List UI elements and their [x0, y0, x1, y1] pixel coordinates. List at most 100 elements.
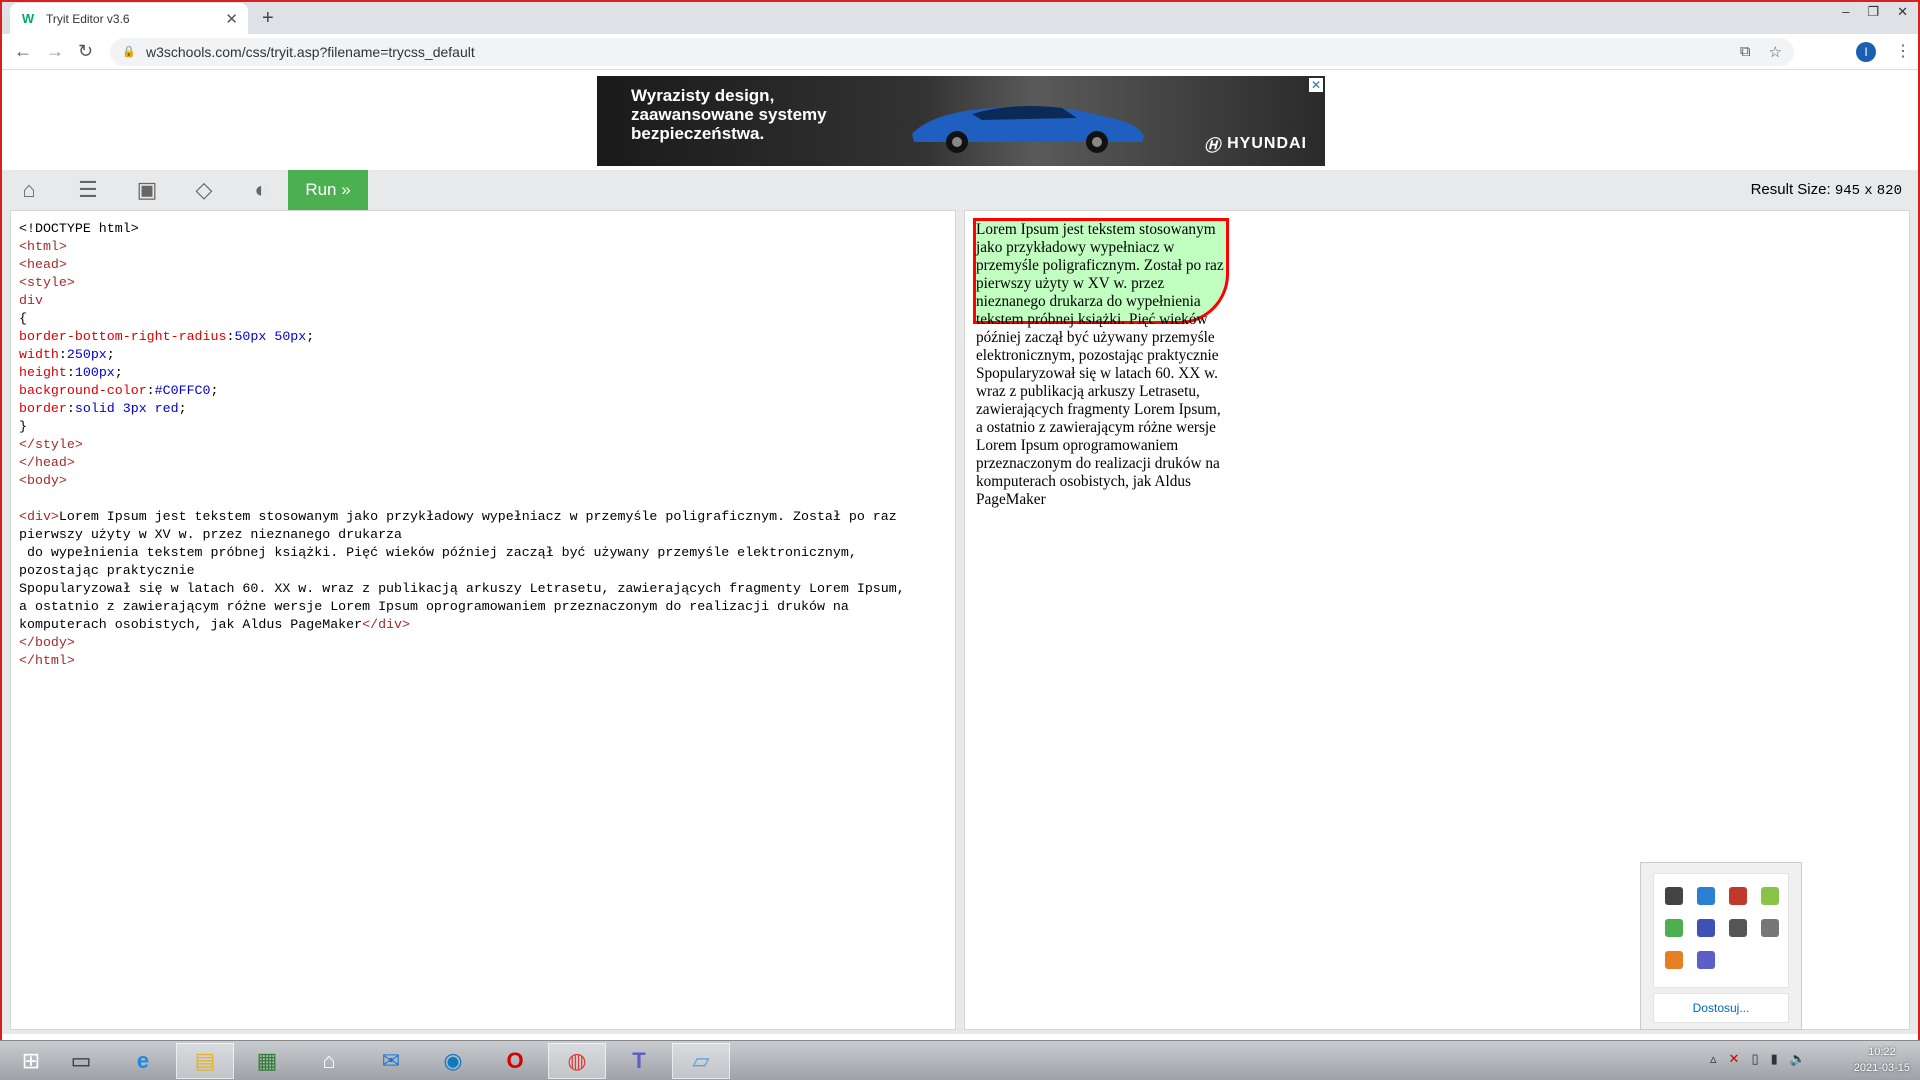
customize-link[interactable]: Dostosuj... [1653, 993, 1789, 1023]
code-line[interactable]: komputerach osobistych, jak Aldus PageMa… [19, 616, 905, 634]
code-line[interactable]: a ostatnio z zawierającym różne wersje L… [19, 598, 905, 616]
teams-icon: T [632, 1048, 646, 1073]
code-token: } [19, 419, 27, 434]
code-line[interactable]: </style> [19, 436, 905, 454]
code-line[interactable]: <div>Lorem Ipsum jest tekstem stosowanym… [19, 508, 905, 526]
security-check-icon[interactable] [1665, 919, 1683, 937]
code-line[interactable]: <head> [19, 256, 905, 274]
code-token: : [58, 347, 67, 362]
network-icon[interactable]: ▮ [1771, 1051, 1778, 1067]
url-text[interactable]: w3schools.com/css/tryit.asp?filename=try… [146, 44, 475, 60]
code-token: komputerach osobistych, jak Aldus PageMa… [19, 617, 363, 632]
result-size: Result Size: 945 x 820 [1751, 181, 1902, 199]
code-line[interactable]: </head> [19, 454, 905, 472]
monitor-icon[interactable] [1665, 887, 1683, 905]
code-token: ; [178, 401, 187, 416]
minimize-button[interactable]: – [1842, 4, 1849, 20]
home-icon: ⌂ [322, 1048, 336, 1073]
code-line[interactable]: <html> [19, 238, 905, 256]
code-line[interactable]: div [19, 292, 905, 310]
close-icon[interactable]: ✕ [225, 10, 238, 28]
rotate-layout-icon[interactable]: ◇ [191, 178, 217, 202]
menu-icon[interactable]: ⋮ [1895, 41, 1911, 61]
teams-icon[interactable] [1697, 951, 1715, 969]
back-icon[interactable]: ← [14, 41, 32, 62]
taskbar-edge[interactable]: ◉ [424, 1043, 482, 1079]
package-icon[interactable] [1697, 919, 1715, 937]
code-token: </html> [19, 653, 75, 668]
window-controls: – ❐ ✕ [1842, 4, 1908, 20]
translate-icon[interactable]: ⧉ [1740, 43, 1751, 61]
run-button[interactable]: Run » [288, 170, 368, 210]
green-update-icon[interactable] [1761, 887, 1779, 905]
camera-icon[interactable] [1729, 919, 1747, 937]
code-line[interactable]: border:solid 3px red; [19, 400, 905, 418]
taskbar-lenovo[interactable]: ▭ [52, 1043, 110, 1079]
code-line[interactable]: border-bottom-right-radius:50px 50px; [19, 328, 905, 346]
code-line[interactable]: <!DOCTYPE html> [19, 220, 905, 238]
bookmark-star-icon[interactable]: ☆ [1769, 43, 1782, 61]
office-icon[interactable] [1665, 951, 1683, 969]
ad-close-icon[interactable]: ✕ [1309, 78, 1323, 92]
printer-icon[interactable] [1761, 919, 1779, 937]
battery-icon[interactable]: ▯ [1751, 1051, 1758, 1067]
code-token: { [19, 311, 27, 326]
store-icon: ▦ [256, 1048, 278, 1073]
code-line[interactable]: <style> [19, 274, 905, 292]
code-editor[interactable]: <!DOCTYPE html> <html> <head> <style> div { bo… [10, 210, 956, 1030]
reload-icon[interactable]: ↻ [78, 41, 93, 62]
code-token: border-bottom-right-radius [19, 329, 227, 344]
menu-bars-icon[interactable]: ☰ [75, 178, 101, 202]
bluetooth-icon[interactable] [1729, 887, 1747, 905]
result-x: x [1864, 183, 1873, 199]
mail-icon: ✉ [381, 1048, 401, 1073]
code-line[interactable]: width:250px; [19, 346, 905, 364]
home-icon[interactable]: ⌂ [16, 178, 42, 202]
address-bar[interactable]: 🔒 w3schools.com/css/tryit.asp?filename=t… [110, 38, 1794, 66]
code-line[interactable]: </body> [19, 634, 905, 652]
code-line[interactable]: pozostając praktycznie [19, 562, 905, 580]
taskbar-mail[interactable]: ✉ [362, 1043, 420, 1079]
w3schools-icon: W [21, 11, 35, 26]
code-line[interactable]: Spopularyzował się w latach 60. XX w. wr… [19, 580, 905, 598]
result-size-label: Result Size: [1750, 181, 1831, 198]
code-line[interactable]: { [19, 310, 905, 328]
code-token: Lorem Ipsum jest tekstem stosowanym jako… [58, 509, 897, 524]
volume-icon[interactable]: 🔈 [1790, 1051, 1806, 1067]
new-tab-button[interactable]: + [262, 7, 274, 30]
taskbar-home[interactable]: ⌂ [300, 1043, 358, 1079]
taskbar-store[interactable]: ▦ [238, 1043, 296, 1079]
code-line[interactable]: height:100px; [19, 364, 905, 382]
contrast-icon[interactable]: ◐ [248, 178, 274, 202]
taskbar-notepad[interactable]: ▱ [672, 1043, 730, 1079]
code-line[interactable]: } [19, 418, 905, 436]
tab-tryit-editor[interactable]: W Tryit Editor v3.6 ✕ [10, 3, 248, 34]
lock-icon: 🔒 [122, 46, 136, 58]
network-app-icon[interactable] [1697, 887, 1715, 905]
taskbar-opera[interactable]: O [486, 1043, 544, 1079]
maximize-button[interactable]: ❐ [1867, 4, 1879, 20]
taskbar-teams[interactable]: T [610, 1043, 668, 1079]
forward-icon[interactable]: → [46, 41, 64, 62]
taskbar-ie[interactable]: e [114, 1043, 172, 1079]
code-line[interactable]: </html> [19, 652, 905, 670]
code-token: 100px [74, 365, 115, 380]
code-token: background-color [19, 383, 147, 398]
show-hidden-icons-icon[interactable]: ▵ [1710, 1051, 1717, 1067]
code-text[interactable]: <!DOCTYPE html> <html> <head> <style> div { bo… [19, 220, 905, 670]
ad-banner[interactable]: Wyrazisty design, zaawansowane systemy b… [597, 76, 1325, 166]
code-line[interactable]: pierwszy użyty w XV w. przez nieznanego … [19, 526, 905, 544]
taskbar-explorer[interactable]: ▤ [176, 1043, 234, 1079]
close-window-button[interactable]: ✕ [1897, 4, 1908, 20]
taskbar-chrome[interactable]: ◍ [548, 1043, 606, 1079]
profile-avatar[interactable]: I [1856, 42, 1876, 62]
code-token: ; [306, 329, 315, 344]
code-line[interactable]: do wypełnienia tekstem próbnej książki. … [19, 544, 905, 562]
save-icon[interactable]: ▣ [134, 178, 160, 202]
notepad-icon: ▱ [692, 1048, 710, 1073]
code-line[interactable] [19, 490, 905, 508]
security-alert-icon[interactable]: ✕ [1729, 1051, 1740, 1067]
clock[interactable]: 10:22 2021-03-15 [1854, 1044, 1910, 1076]
code-line[interactable]: <body> [19, 472, 905, 490]
code-line[interactable]: background-color:#C0FFC0; [19, 382, 905, 400]
